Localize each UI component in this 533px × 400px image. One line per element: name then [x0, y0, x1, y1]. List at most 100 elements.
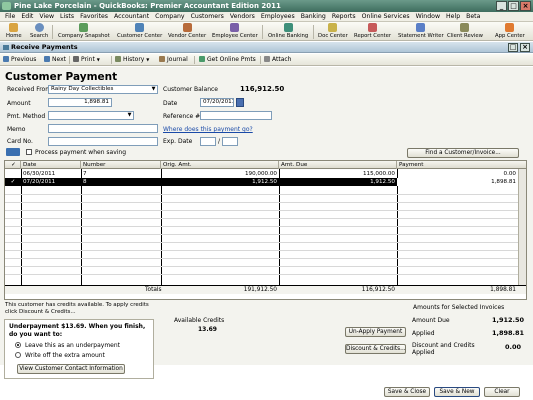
receive-payment-form: Customer Payment Received From Rainy Day…	[0, 67, 533, 397]
col-payment-header[interactable]: Payment	[397, 161, 518, 169]
col-orig-amt-header[interactable]: Orig. Amt.	[161, 161, 279, 169]
vendor-center-button[interactable]: Vendor Center	[168, 23, 206, 39]
credit-card-icon	[6, 148, 20, 156]
grid-header: ✓ Date Number Orig. Amt. Amt. Due Paymen…	[5, 161, 526, 169]
col-amt-due-header[interactable]: Amt. Due	[279, 161, 397, 169]
menu-employees[interactable]: Employees	[258, 12, 298, 22]
calendar-icon[interactable]	[236, 98, 244, 107]
doc-center-button[interactable]: Doc Center	[318, 23, 348, 39]
search-icon	[34, 23, 44, 32]
menu-reports[interactable]: Reports	[329, 12, 359, 22]
col-date-header[interactable]: Date	[21, 161, 81, 169]
write-off-radio[interactable]	[15, 352, 21, 358]
card-no-field[interactable]	[48, 137, 158, 146]
menu-favorites[interactable]: Favorites	[77, 12, 111, 22]
menu-file[interactable]: File	[2, 12, 18, 22]
panel-restore-button[interactable]: □	[508, 43, 518, 52]
row-check[interactable]: ✓	[5, 178, 21, 186]
col-check-header[interactable]: ✓	[5, 161, 21, 169]
online-banking-button[interactable]: Online Banking	[268, 23, 308, 39]
menu-customers[interactable]: Customers	[188, 12, 227, 22]
exp-year-field[interactable]	[222, 137, 238, 146]
view-customer-contact-button[interactable]: View Customer Contact Information	[17, 364, 125, 374]
table-row[interactable]: 06/30/2011 7 190,000.00 115,000.00 0.00	[5, 170, 518, 178]
menu-edit[interactable]: Edit	[18, 12, 36, 22]
app-center-button[interactable]: App Center	[495, 23, 525, 39]
employee-center-button[interactable]: Employee Center	[212, 23, 258, 39]
row-check[interactable]	[5, 170, 21, 178]
previous-button[interactable]: Previous	[3, 54, 36, 66]
home-button[interactable]: Home	[6, 23, 22, 39]
received-from-label: Received From	[7, 86, 52, 93]
row-payment[interactable]: 1,898.81	[397, 178, 518, 186]
save-new-button[interactable]: Save & New	[434, 387, 480, 397]
underpayment-panel: Underpayment $13.69. When you finish, do…	[4, 319, 154, 379]
menu-lists[interactable]: Lists	[57, 12, 77, 22]
journal-button[interactable]: Journal	[159, 54, 188, 66]
row-payment[interactable]: 0.00	[397, 170, 518, 178]
col-number-header[interactable]: Number	[81, 161, 161, 169]
total-amt-due: 116,912.50	[361, 287, 395, 293]
grid-line	[81, 169, 82, 285]
arrow-left-icon	[3, 56, 9, 62]
menu-vendors[interactable]: Vendors	[227, 12, 258, 22]
customer-center-button[interactable]: Customer Center	[117, 23, 162, 39]
row-number: 7	[83, 171, 87, 177]
exp-month-field[interactable]	[200, 137, 216, 146]
attach-button[interactable]: Attach	[264, 54, 291, 66]
grid-line	[5, 274, 518, 275]
grid-line	[5, 242, 518, 243]
clear-button[interactable]: Clear	[484, 387, 520, 397]
company-snapshot-button[interactable]: Company Snapshot	[58, 23, 110, 39]
next-button[interactable]: Next	[44, 54, 66, 66]
where-payment-goes-link[interactable]: Where does this payment go?	[163, 126, 253, 133]
form-heading: Customer Payment	[5, 71, 118, 83]
menu-online-services[interactable]: Online Services	[359, 12, 413, 22]
pmt-method-label: Pmt. Method	[7, 113, 46, 120]
memo-field[interactable]	[48, 124, 158, 133]
close-button[interactable]: ×	[520, 1, 531, 11]
amount-field[interactable]: 1,898.81	[48, 98, 112, 107]
search-button[interactable]: Search	[30, 23, 48, 39]
form-toolbar: Previous Next Print ▼ History ▼ Journal …	[0, 54, 533, 66]
grid-scrollbar[interactable]	[518, 169, 526, 285]
pmt-method-field[interactable]: ▼	[48, 111, 134, 120]
statement-writer-icon	[416, 23, 426, 32]
chevron-down-icon[interactable]: ▼	[150, 86, 157, 93]
menu-help[interactable]: Help	[443, 12, 463, 22]
client-review-button[interactable]: Client Review	[447, 23, 483, 39]
iconbar-divider	[52, 25, 53, 39]
print-button[interactable]: Print ▼	[73, 54, 100, 66]
paperclip-icon	[264, 56, 270, 62]
received-from-field[interactable]: Rainy Day Collectibles ▼	[48, 85, 158, 94]
menu-view[interactable]: View	[36, 12, 57, 22]
chevron-down-icon[interactable]: ▼	[126, 112, 133, 119]
reference-field[interactable]	[200, 111, 272, 120]
history-button[interactable]: History ▼	[115, 54, 149, 66]
process-payment-checkbox[interactable]	[26, 149, 32, 155]
row-amt-due: 1,912.50	[370, 179, 395, 185]
exp-date-label: Exp. Date	[163, 138, 193, 145]
report-center-button[interactable]: Report Center	[354, 23, 391, 39]
table-row-selected[interactable]: ✓ 07/20/2011 8 1,912.50 1,912.50 1,898.8…	[5, 178, 518, 186]
unapply-payment-button[interactable]: Un-Apply Payment	[345, 327, 406, 337]
menu-banking[interactable]: Banking	[298, 12, 329, 22]
statement-writer-button[interactable]: Statement Writer	[398, 23, 444, 39]
row-amt-due: 115,000.00	[362, 171, 395, 177]
menu-window[interactable]: Window	[413, 12, 443, 22]
minimize-button[interactable]: _	[496, 1, 507, 11]
amount-label: Amount	[7, 100, 31, 107]
menu-company[interactable]: Company	[152, 12, 187, 22]
discount-credits-button[interactable]: Discount & Credits...	[345, 344, 406, 354]
maximize-button[interactable]: □	[508, 1, 519, 11]
menu-accountant[interactable]: Accountant	[111, 12, 152, 22]
get-online-pmts-button[interactable]: Get Online Pmts	[199, 54, 256, 66]
grid-line	[5, 258, 518, 259]
date-field[interactable]: 07/20/2011	[200, 98, 234, 107]
find-customer-invoice-button[interactable]: Find a Customer/Invoice...	[407, 148, 519, 158]
total-payment: 1,898.81	[490, 287, 516, 293]
leave-underpayment-radio[interactable]	[15, 342, 21, 348]
panel-close-button[interactable]: ×	[520, 43, 530, 52]
save-close-button[interactable]: Save & Close	[384, 387, 430, 397]
menu-beta[interactable]: Beta	[463, 12, 483, 22]
